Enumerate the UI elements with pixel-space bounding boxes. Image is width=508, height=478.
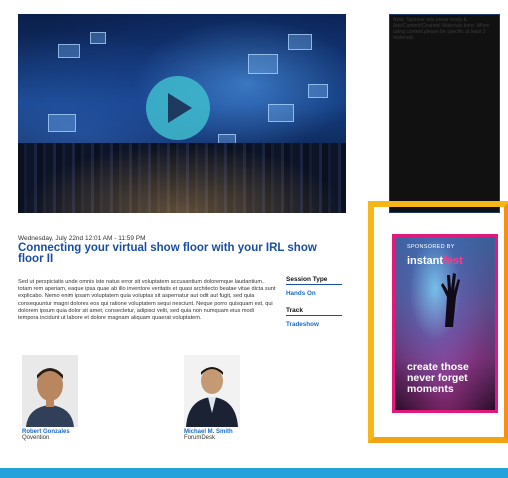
video-floating-screen: [48, 114, 76, 132]
video-floating-screen: [268, 104, 294, 122]
speaker-org: Qovention: [22, 435, 50, 441]
speaker-card: Robert Gonzales Qovention: [22, 355, 112, 441]
video-floating-screen: [288, 34, 312, 50]
speaker-org: ForumDesk: [184, 435, 216, 441]
ad-brand-suffix: fest: [443, 255, 463, 267]
raised-hand-icon: [441, 273, 460, 327]
video-floating-screen: [90, 32, 106, 44]
track-value[interactable]: Tradeshow: [286, 321, 342, 328]
video-floating-screen: [58, 44, 80, 58]
session-title: Connecting your virtual show floor with …: [18, 242, 317, 265]
play-icon: [168, 93, 192, 123]
speaker-avatar[interactable]: [22, 355, 78, 427]
speaker-photo: [22, 355, 78, 427]
sidebar-placeholder-text: Note: Sponsor ads areas ready & Ads/Cont…: [393, 17, 490, 41]
video-city-skyline: [18, 143, 346, 213]
ad-sponsored-label: SPONSORED BY: [407, 244, 455, 250]
session-video-player[interactable]: [18, 14, 346, 213]
session-type-block: Session Type Hands On: [286, 276, 342, 297]
session-date: Wednesday, July 22nd 12:01 AM - 11:59 PM: [18, 235, 146, 242]
video-floating-screen: [308, 84, 328, 98]
speaker-card: Michael M. Smith ForumDesk: [184, 355, 274, 441]
sidebar-placeholder-panel: Note: Sponsor ads areas ready & Ads/Cont…: [389, 14, 500, 213]
play-button[interactable]: [146, 76, 210, 140]
track-block: Track Tradeshow: [286, 307, 342, 328]
session-description: Sed ut perspiciatis unde omnis iste natu…: [18, 279, 276, 322]
track-label: Track: [286, 307, 342, 316]
ad-tagline: create those never forget moments: [407, 361, 469, 395]
sponsor-ad-banner[interactable]: SPONSORED BY instantfest create those ne…: [392, 234, 498, 413]
speaker-avatar[interactable]: [184, 355, 240, 427]
footer-bar: [0, 468, 508, 478]
speaker-photo: [184, 355, 240, 427]
ad-brand-logo: instantfest: [407, 255, 463, 267]
video-floating-screen: [248, 54, 278, 74]
ad-brand-prefix: instant: [407, 255, 444, 267]
session-type-label: Session Type: [286, 276, 342, 285]
session-type-value[interactable]: Hands On: [286, 290, 342, 297]
